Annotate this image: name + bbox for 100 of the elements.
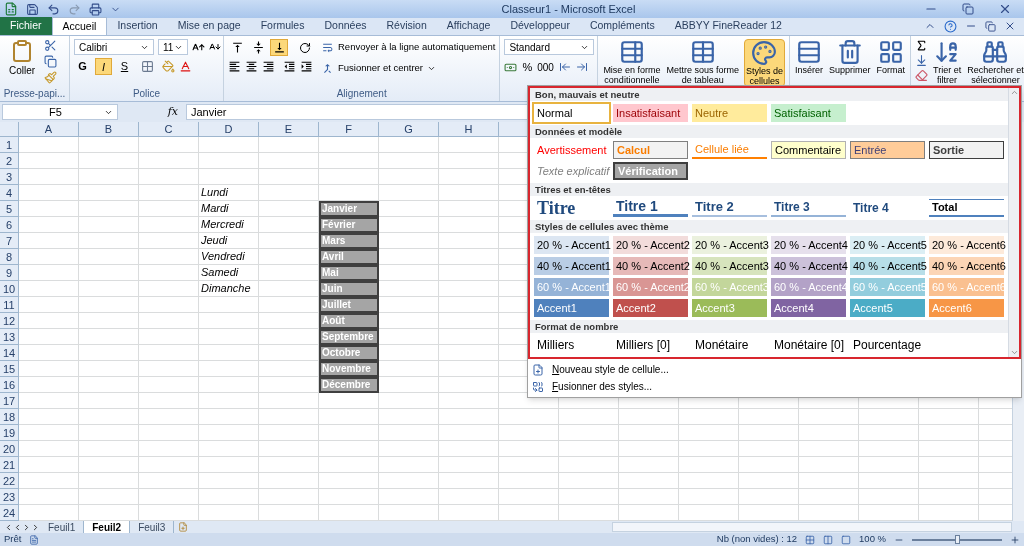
ribbon-tab[interactable]: Affichage	[436, 17, 501, 35]
fill-down-icon[interactable]	[915, 54, 928, 67]
ribbon-button[interactable]: Styles de cellules	[743, 39, 785, 87]
cut-icon[interactable]	[44, 39, 57, 52]
row-header[interactable]: 14	[0, 345, 19, 361]
zoom-slider[interactable]	[912, 535, 1002, 544]
shrink-font-icon[interactable]	[209, 41, 221, 53]
fill-color-icon[interactable]	[162, 60, 175, 73]
cell-style-option[interactable]: 40 % - Accent6	[929, 257, 1004, 275]
ribbon-button[interactable]: Trier et filtrer	[932, 39, 963, 87]
cell-style-option[interactable]: 20 % - Accent1	[534, 236, 609, 254]
spreadsheet-icon[interactable]	[4, 2, 18, 16]
sheet-tab[interactable]: Feuil2	[84, 521, 131, 533]
save-icon[interactable]	[26, 2, 39, 16]
column-header[interactable]: A	[19, 122, 79, 136]
row-header[interactable]: 3	[0, 169, 19, 185]
ribbon-tab[interactable]: Révision	[376, 17, 437, 35]
cell-style-option[interactable]: Titre 3	[771, 199, 846, 217]
indent-decrease-icon[interactable]	[283, 60, 296, 73]
print-icon[interactable]	[89, 2, 102, 16]
cell-style-option[interactable]: 40 % - Accent3	[692, 257, 767, 275]
row-header[interactable]: 11	[0, 297, 19, 313]
cell-style-option[interactable]: Accent2	[613, 299, 688, 317]
macro-record-icon[interactable]	[29, 534, 40, 545]
decrease-decimal-icon[interactable]	[575, 61, 588, 74]
restore-icon[interactable]	[962, 3, 974, 15]
copy-icon[interactable]	[44, 55, 57, 68]
number-format-dropdown[interactable]: Standard	[504, 39, 595, 55]
previous-sheet-icon[interactable]	[13, 522, 22, 532]
next-sheet-icon[interactable]	[22, 522, 31, 532]
cell-style-option[interactable]: 20 % - Accent5	[850, 236, 925, 254]
cell-style-option[interactable]: 40 % - Accent1	[534, 257, 609, 275]
row-header[interactable]: 24	[0, 505, 19, 521]
cell-style-option[interactable]: Milliers	[534, 336, 609, 354]
cell-style-option[interactable]: 20 % - Accent4	[771, 236, 846, 254]
cell-style-option[interactable]: Titre	[534, 199, 609, 217]
ribbon-tab[interactable]: Données	[314, 17, 377, 35]
cell-style-option[interactable]: Entrée	[850, 141, 925, 159]
cell-style-option[interactable]: Monétaire [0]	[771, 336, 846, 354]
paste-button[interactable]: Coller	[4, 39, 40, 88]
ribbon-button[interactable]: Insérer	[793, 39, 824, 87]
row-header[interactable]: 6	[0, 217, 19, 233]
row-header[interactable]: 2	[0, 153, 19, 169]
ribbon-tab[interactable]: Mise en page	[167, 17, 251, 35]
row-header[interactable]: 19	[0, 425, 19, 441]
cell-style-option[interactable]: 20 % - Accent3	[692, 236, 767, 254]
page-layout-icon[interactable]	[823, 534, 834, 545]
row-header[interactable]: 23	[0, 489, 19, 505]
sum-icon[interactable]	[915, 39, 928, 52]
cell-style-option[interactable]: 40 % - Accent5	[850, 257, 925, 275]
cell-style-option[interactable]: Neutre	[692, 104, 767, 122]
borders-icon[interactable]	[141, 60, 154, 73]
align-left-icon[interactable]	[228, 60, 241, 73]
eraser-icon[interactable]	[915, 69, 928, 82]
cell-style-option[interactable]: Accent4	[771, 299, 846, 317]
font-color-icon[interactable]	[179, 60, 192, 73]
close-icon[interactable]	[998, 2, 1012, 16]
percent-button[interactable]: %	[522, 59, 533, 76]
ribbon-tab[interactable]: Développeur	[500, 17, 580, 35]
row-header[interactable]: 4	[0, 185, 19, 201]
ribbon-button[interactable]: Format	[875, 39, 906, 87]
row-header[interactable]: 18	[0, 409, 19, 425]
cell-style-option[interactable]: Titre 2	[692, 199, 767, 217]
menu-item[interactable]: Nouveau style de cellule...	[528, 361, 1021, 378]
undo-icon[interactable]	[47, 2, 60, 16]
zoom-level[interactable]: 100 %	[859, 532, 886, 546]
row-header[interactable]: 13	[0, 329, 19, 345]
menu-item[interactable]: Fusionner des styles...	[528, 378, 1021, 395]
cell-style-option[interactable]: Avertissement	[534, 141, 609, 159]
row-header[interactable]: 15	[0, 361, 19, 377]
column-header[interactable]: D	[199, 122, 259, 136]
normal-view-icon[interactable]	[805, 534, 816, 545]
zoom-in-icon[interactable]	[1010, 534, 1020, 545]
indent-increase-icon[interactable]	[300, 60, 313, 73]
column-header[interactable]: H	[439, 122, 499, 136]
restore-icon[interactable]	[985, 20, 996, 32]
ribbon-tab[interactable]: Fichier	[0, 17, 52, 35]
cell-style-option[interactable]: Total	[929, 199, 1004, 217]
vertical-align-button[interactable]	[270, 39, 288, 56]
italic-button[interactable]: I	[95, 58, 112, 75]
cell-style-option[interactable]: Texte explicatif	[534, 162, 609, 180]
thousands-button[interactable]: 000	[537, 59, 554, 75]
row-header[interactable]: 22	[0, 473, 19, 489]
cell-style-option[interactable]: 20 % - Accent2	[613, 236, 688, 254]
cell-style-option[interactable]: Titre 4	[850, 199, 925, 217]
ribbon-tab[interactable]: Compléments	[579, 17, 665, 35]
row-header[interactable]: 12	[0, 313, 19, 329]
row-header[interactable]: 7	[0, 233, 19, 249]
cell-style-option[interactable]: 20 % - Accent6	[929, 236, 1004, 254]
row-header[interactable]: 1	[0, 137, 19, 153]
cell-style-option[interactable]: Sortie	[929, 141, 1004, 159]
first-sheet-icon[interactable]	[4, 522, 13, 532]
font-size-dropdown[interactable]: 11	[158, 39, 188, 55]
cell-style-option[interactable]: Satisfaisant	[771, 104, 846, 122]
cell-style-option[interactable]: 40 % - Accent2	[613, 257, 688, 275]
font-name-dropdown[interactable]: Calibri	[74, 39, 154, 55]
cell-style-option[interactable]: Insatisfaisant	[613, 104, 688, 122]
row-header[interactable]: 9	[0, 265, 19, 281]
last-sheet-icon[interactable]	[31, 522, 40, 532]
bold-button[interactable]: G	[74, 58, 91, 75]
